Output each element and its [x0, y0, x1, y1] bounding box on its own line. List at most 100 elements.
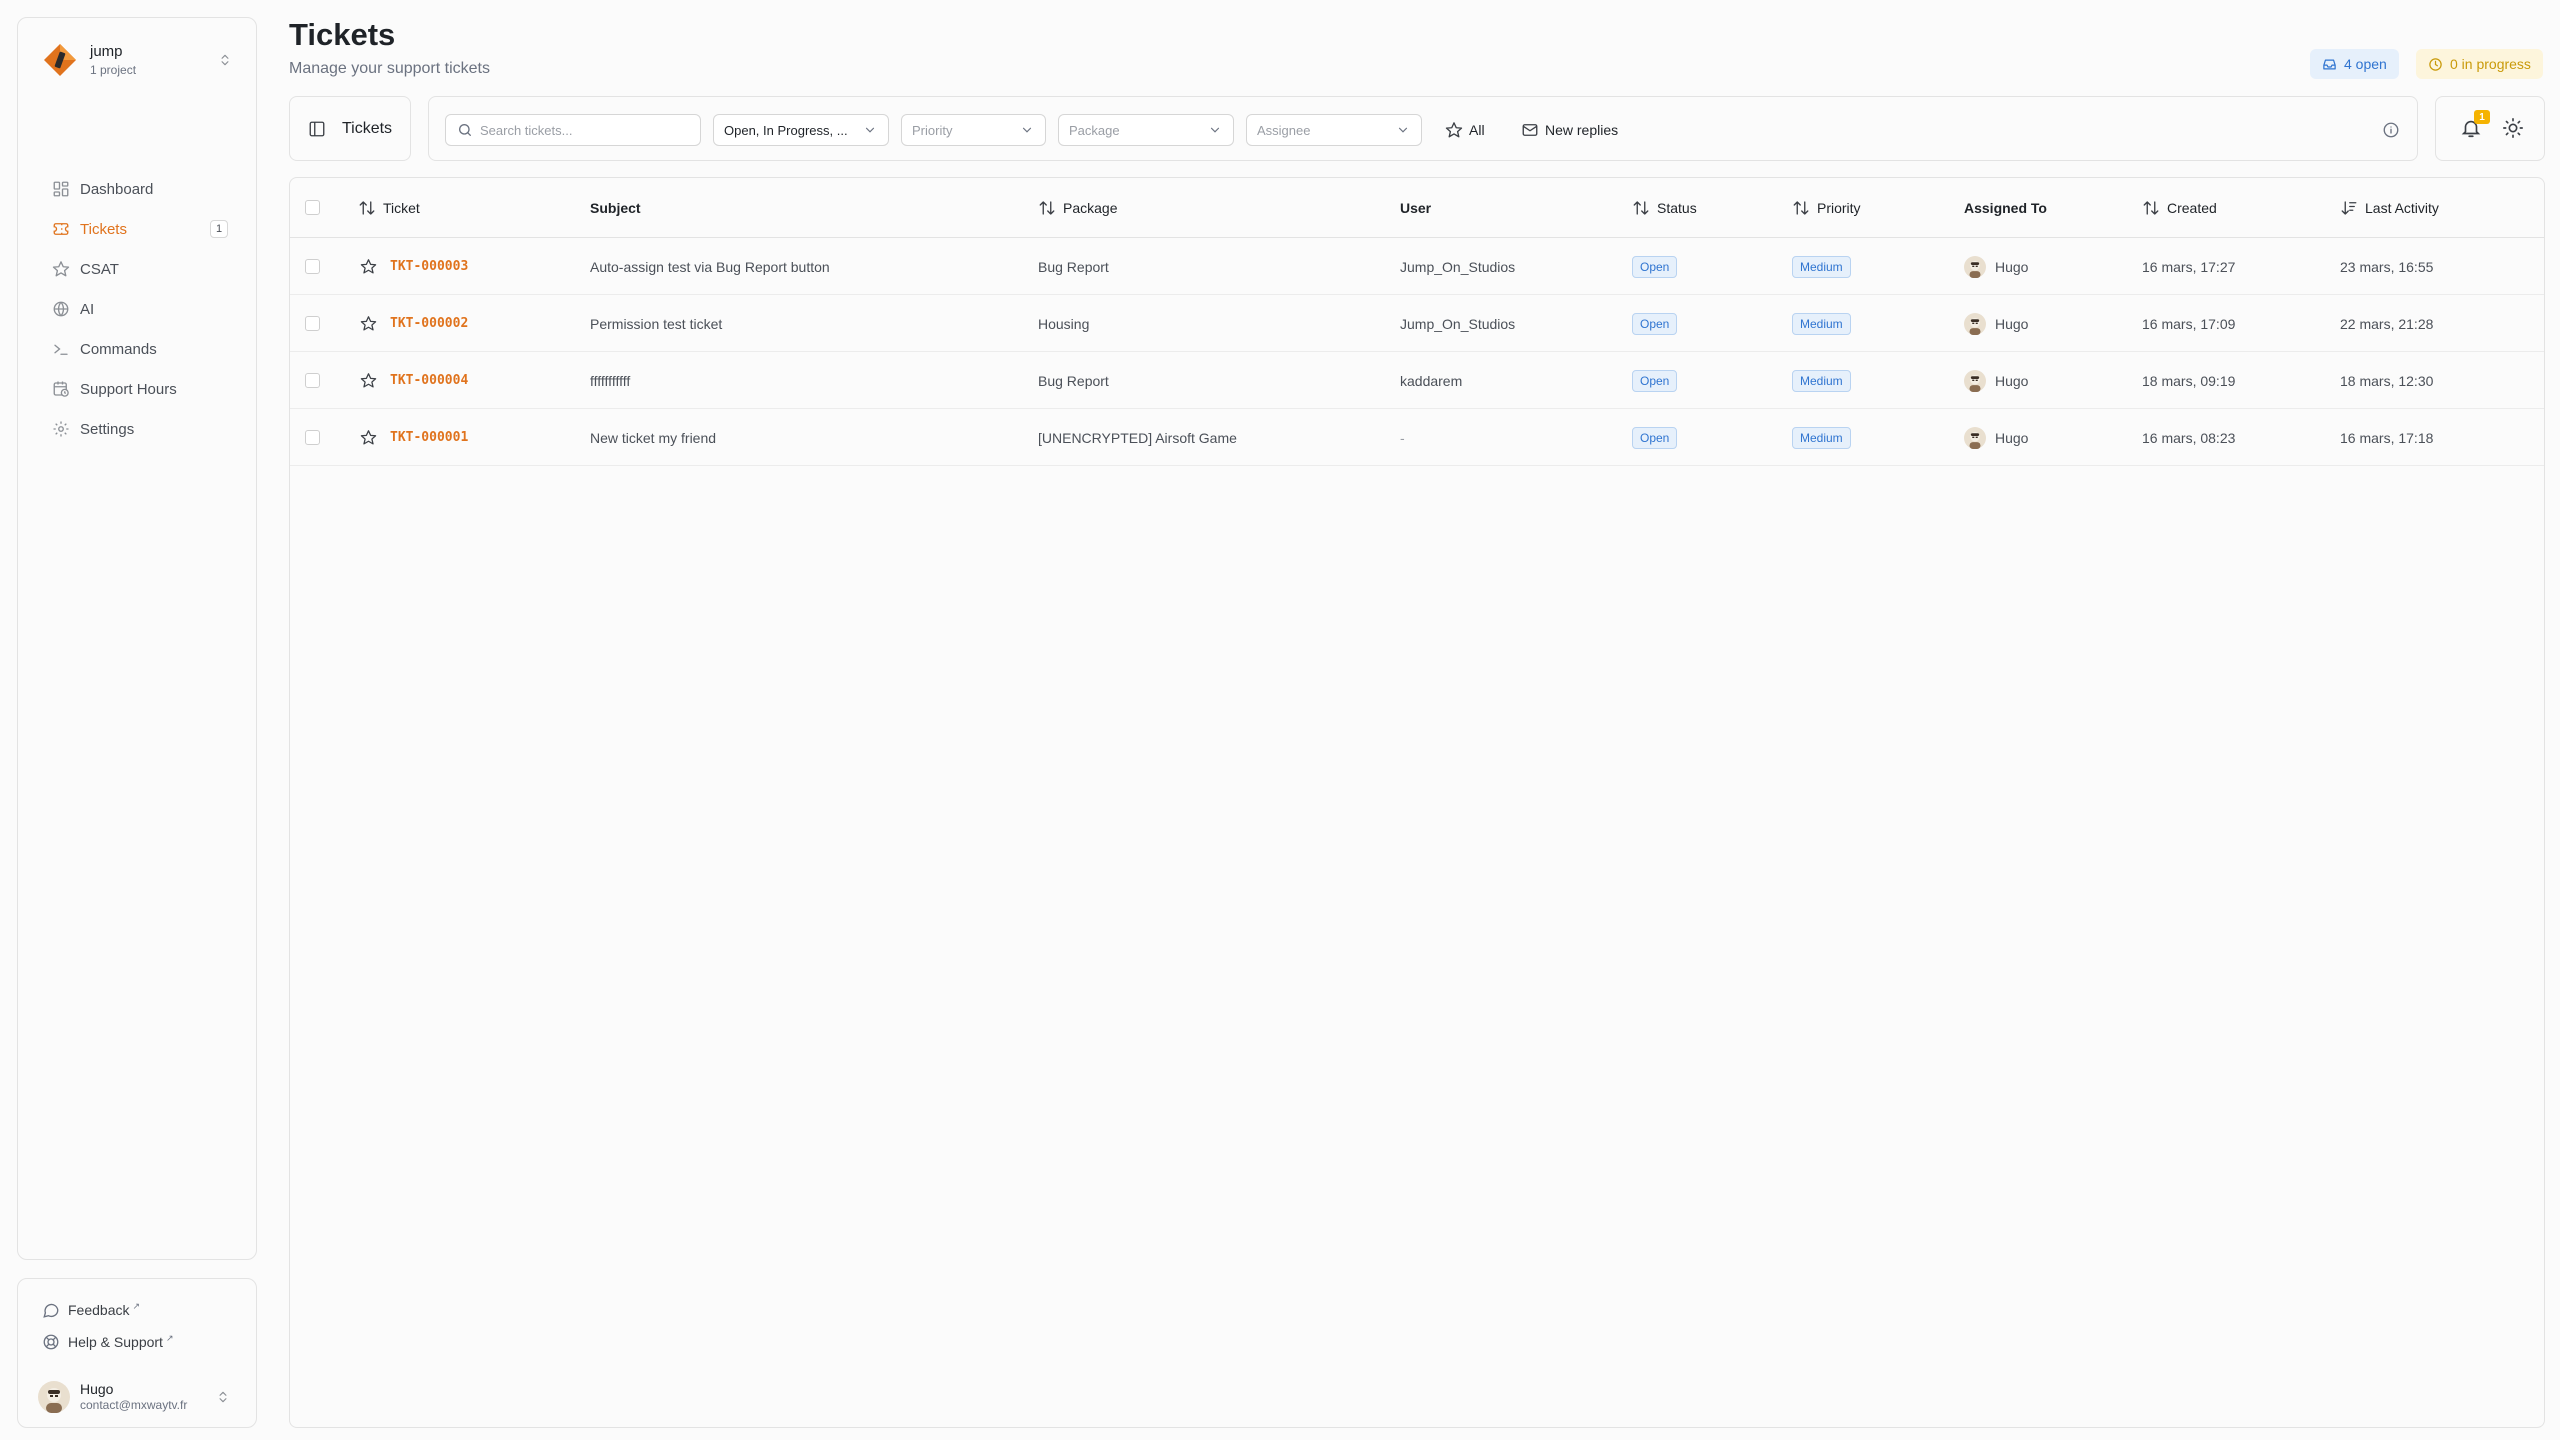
- column-header-package[interactable]: Package: [1038, 178, 1117, 238]
- status-filter-dropdown[interactable]: Open, In Progress, ...: [713, 114, 889, 146]
- ticket-package: [UNENCRYPTED] Airsoft Game: [1038, 429, 1237, 446]
- row-checkbox[interactable]: [305, 259, 320, 274]
- priority-filter-dropdown[interactable]: Priority: [901, 114, 1046, 146]
- ticket-last-activity: 16 mars, 17:18: [2340, 429, 2434, 446]
- ticket-package: Housing: [1038, 315, 1090, 332]
- toggle-sidebar-button[interactable]: Tickets: [289, 96, 411, 161]
- feedback-link[interactable]: Feedback ↗: [42, 1301, 140, 1319]
- user-menu[interactable]: Hugo contact@mxwaytv.fr: [38, 1375, 238, 1419]
- sidebar-item-csat[interactable]: CSAT: [38, 251, 238, 287]
- avatar: [1964, 312, 1986, 335]
- ticket-subject: New ticket my friend: [590, 429, 717, 446]
- filter-bar: Open, In Progress, ... Priority Package …: [428, 96, 2418, 161]
- column-header-assigned-to: Assigned To: [1964, 178, 2047, 238]
- column-label: Subject: [590, 200, 641, 216]
- project-count: 1 project: [90, 62, 137, 77]
- sidebar-nav: Dashboard Tickets 1 CSAT AI Commands Sup…: [38, 171, 238, 451]
- external-link-icon: ↗: [132, 1300, 141, 1311]
- lifebuoy-icon: [42, 1333, 60, 1351]
- info-icon[interactable]: [2382, 121, 2400, 139]
- chevron-down-icon: [863, 123, 877, 137]
- column-header-subject: Subject: [590, 178, 641, 238]
- inbox-icon: [2322, 57, 2337, 72]
- sidebar-item-label: Settings: [80, 420, 135, 438]
- open-count-label: 4 open: [2344, 56, 2387, 72]
- toolbar-title: Tickets: [341, 119, 393, 137]
- ticket-id-link[interactable]: TKT-000002: [390, 316, 468, 331]
- feedback-label: Feedback: [68, 1302, 130, 1318]
- row-checkbox[interactable]: [305, 430, 320, 445]
- ticket-subject: fffffffffff: [590, 372, 631, 389]
- all-favorites-button[interactable]: All: [1445, 114, 1485, 146]
- ticket-id-link[interactable]: TKT-000001: [390, 430, 468, 445]
- chevrons-up-down-icon: [216, 1390, 230, 1404]
- sort-arrows-icon: [1632, 199, 1650, 217]
- select-all-checkbox[interactable]: [305, 200, 320, 215]
- avatar: [38, 1381, 70, 1413]
- ticket-subject: Auto-assign test via Bug Report button: [590, 258, 830, 275]
- star-icon[interactable]: [360, 315, 377, 332]
- column-header-last-activity[interactable]: Last Activity: [2340, 178, 2439, 238]
- star-icon[interactable]: [360, 372, 377, 389]
- assignee-name: Hugo: [1995, 372, 2029, 389]
- project-logo-icon: [42, 42, 78, 78]
- sidebar-item-support-hours[interactable]: Support Hours: [38, 371, 238, 407]
- chevron-down-icon: [1020, 123, 1034, 137]
- help-support-link[interactable]: Help & Support ↗: [42, 1333, 174, 1351]
- table-row[interactable]: TKT-000003 Auto-assign test via Bug Repor…: [290, 238, 2544, 295]
- sidebar-item-dashboard[interactable]: Dashboard: [38, 171, 238, 207]
- search-input[interactable]: [480, 122, 690, 138]
- sidebar-item-label: Support Hours: [80, 380, 177, 398]
- sidebar-item-tickets[interactable]: Tickets 1: [38, 211, 238, 247]
- column-label: User: [1400, 200, 1432, 216]
- panel-left-icon: [308, 120, 326, 138]
- package-filter-dropdown[interactable]: Package: [1058, 114, 1234, 146]
- mail-icon: [1521, 121, 1539, 139]
- priority-badge: Medium: [1792, 426, 1851, 449]
- table-row[interactable]: TKT-000001 New ticket my friend [UNENCRYPT…: [290, 409, 2544, 466]
- column-header-status[interactable]: Status: [1632, 178, 1697, 238]
- assignee-name: Hugo: [1995, 429, 2029, 446]
- sidebar-item-settings[interactable]: Settings: [38, 411, 238, 447]
- ticket-created: 18 mars, 09:19: [2142, 372, 2236, 389]
- table-row[interactable]: TKT-000002 Permission test ticket Housing J…: [290, 295, 2544, 352]
- column-header-priority[interactable]: Priority: [1792, 178, 1861, 238]
- star-icon[interactable]: [360, 258, 377, 275]
- new-replies-button[interactable]: New replies: [1521, 114, 1618, 146]
- help-support-label: Help & Support: [68, 1334, 163, 1350]
- ticket-created: 16 mars, 17:27: [2142, 258, 2236, 275]
- column-header-created[interactable]: Created: [2142, 178, 2217, 238]
- sun-icon[interactable]: [2502, 117, 2524, 139]
- in-progress-badge: 0 in progress: [2416, 49, 2543, 79]
- assignee-filter-dropdown[interactable]: Assignee: [1246, 114, 1422, 146]
- priority-badge: Medium: [1792, 312, 1851, 335]
- ticket-icon: [52, 220, 70, 238]
- ticket-last-activity: 18 mars, 12:30: [2340, 372, 2434, 389]
- ticket-subject: Permission test ticket: [590, 315, 723, 332]
- assignee-name: Hugo: [1995, 315, 2029, 332]
- column-label: Priority: [1817, 200, 1861, 216]
- search-icon: [457, 122, 473, 138]
- ticket-id-link[interactable]: TKT-000003: [390, 259, 468, 274]
- sidebar-footer: Feedback ↗ Help & Support ↗ Hugo contact…: [17, 1278, 257, 1428]
- column-label: Last Activity: [2365, 200, 2439, 216]
- column-header-ticket[interactable]: Ticket: [358, 178, 420, 238]
- star-icon[interactable]: [360, 429, 377, 446]
- page-title: Tickets: [289, 17, 396, 52]
- ticket-id-link[interactable]: TKT-000004: [390, 373, 468, 388]
- sidebar-item-commands[interactable]: Commands: [38, 331, 238, 367]
- in-progress-label: 0 in progress: [2450, 56, 2531, 72]
- status-badge: Open: [1632, 312, 1678, 335]
- notification-count-badge: 1: [2474, 110, 2490, 124]
- chevrons-up-down-icon: [218, 53, 232, 67]
- tickets-count-badge: 1: [210, 220, 228, 238]
- sidebar-item-ai[interactable]: AI: [38, 291, 238, 327]
- project-switcher[interactable]: jump 1 project: [28, 32, 246, 88]
- external-link-icon: ↗: [165, 1332, 174, 1343]
- row-checkbox[interactable]: [305, 373, 320, 388]
- chevron-down-icon: [1208, 123, 1222, 137]
- row-checkbox[interactable]: [305, 316, 320, 331]
- column-label: Ticket: [383, 200, 420, 216]
- sort-descending-icon: [2340, 199, 2358, 217]
- table-row[interactable]: TKT-000004 fffffffffff Bug Report kaddarem O…: [290, 352, 2544, 409]
